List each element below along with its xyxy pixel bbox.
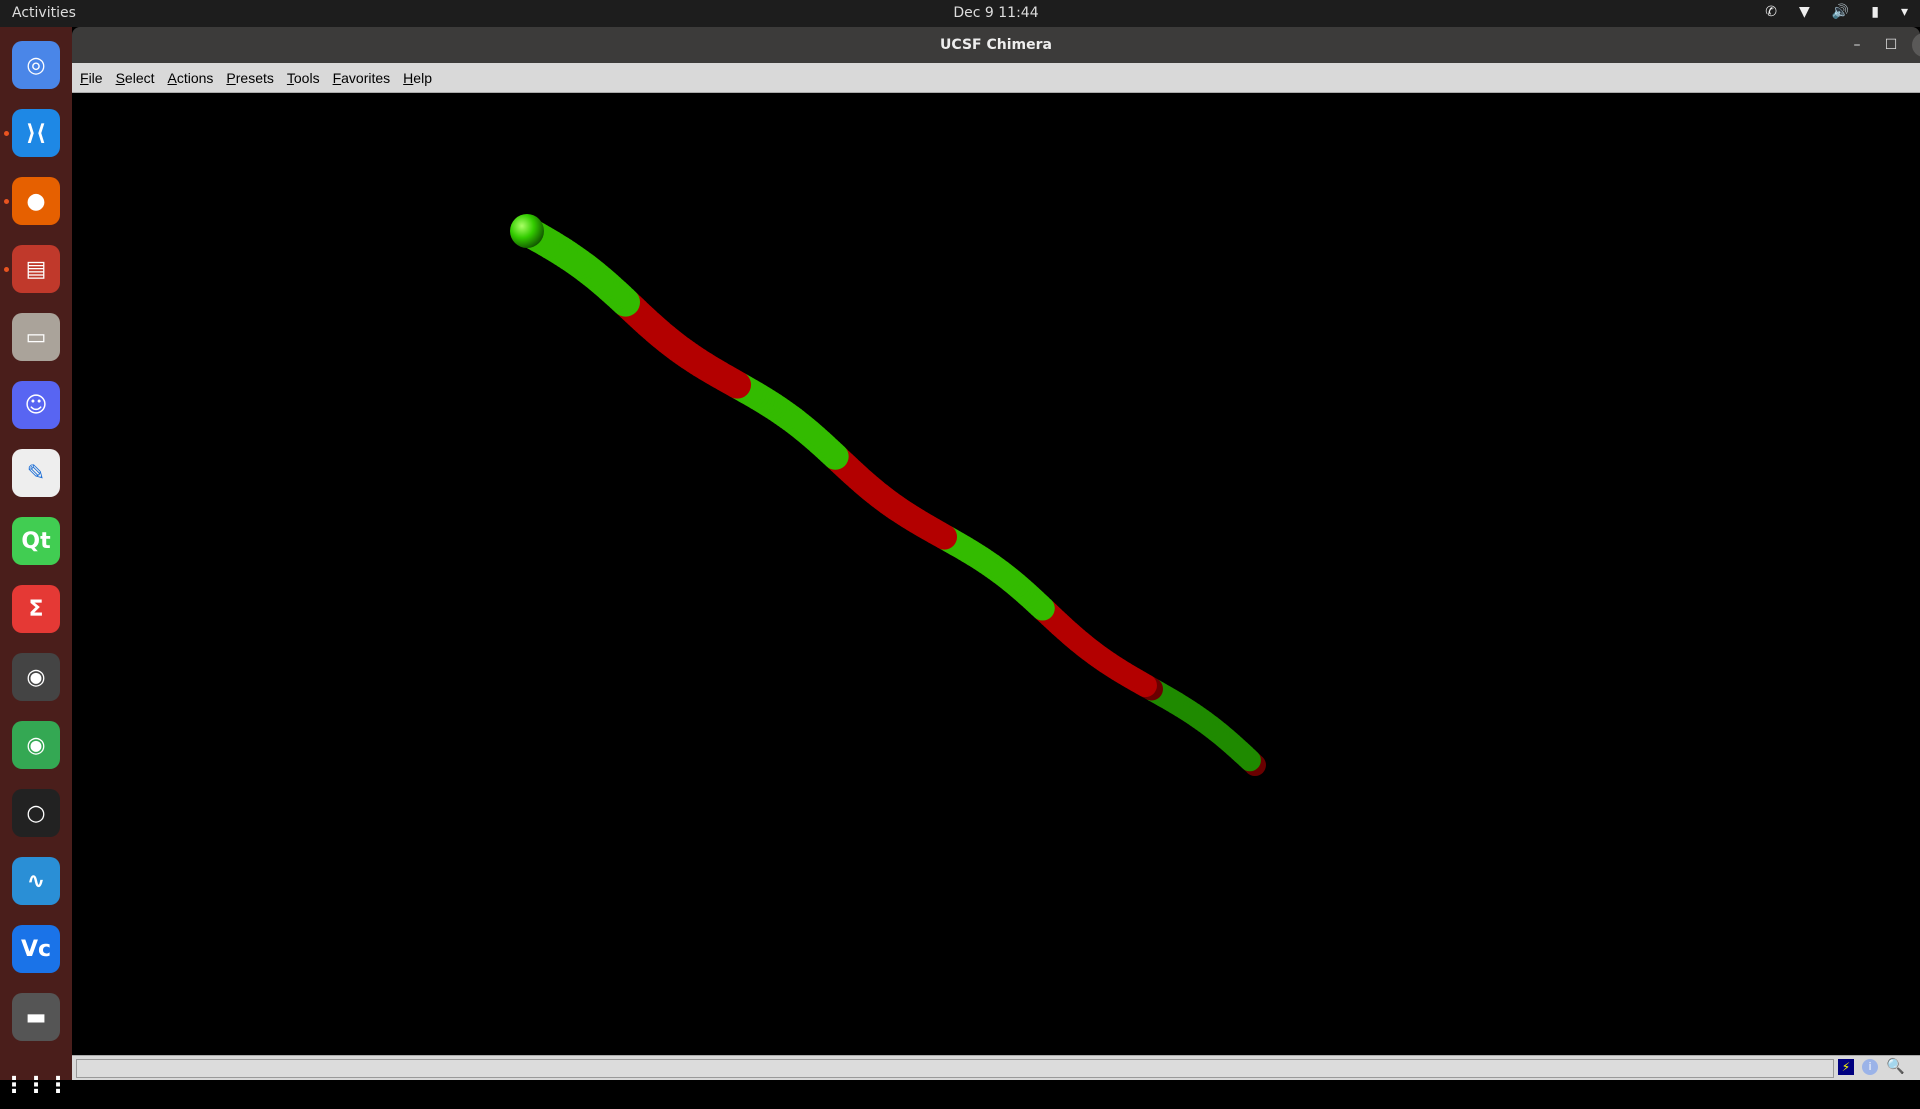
menu-presets[interactable]: Presets <box>226 70 273 86</box>
dock-firefox-icon[interactable]: ● <box>12 177 60 225</box>
dock-webcam-icon[interactable]: ◉ <box>12 653 60 701</box>
status-field <box>76 1059 1834 1078</box>
running-indicator <box>4 267 9 272</box>
status-bar: ⚡ i 🔍 <box>72 1055 1920 1080</box>
menu-help[interactable]: Help <box>403 70 432 86</box>
menu-favorites[interactable]: Favorites <box>333 70 391 86</box>
terminal-atom <box>510 214 544 248</box>
menu-actions[interactable]: Actions <box>168 70 214 86</box>
dock-vnc-icon[interactable]: Vc <box>12 925 60 973</box>
info-icon[interactable]: i <box>1862 1059 1878 1075</box>
dock-keyboard-icon[interactable]: ▬ <box>12 993 60 1041</box>
dock-files-icon[interactable]: ▭ <box>12 313 60 361</box>
magnifier-icon[interactable]: 🔍 <box>1886 1057 1905 1075</box>
menu-file[interactable]: File <box>80 70 103 86</box>
dock-app-red-icon[interactable]: Σ <box>12 585 60 633</box>
chevron-down-icon[interactable]: ▾ <box>1901 4 1908 20</box>
dock-app-ring-icon[interactable]: ○ <box>12 789 60 837</box>
dock-chrome-icon[interactable]: ◉ <box>12 721 60 769</box>
window-titlebar[interactable]: UCSF Chimera – ☐ ✕ <box>72 27 1920 63</box>
dock-terminal-multiplexer-icon[interactable]: ▤ <box>12 245 60 293</box>
dock-text-editor-icon[interactable]: ✎ <box>12 449 60 497</box>
molecule-helix[interactable] <box>72 93 1920 1055</box>
system-tray[interactable]: ✆ ▼ 🔊 ▮ ▾ <box>1765 4 1908 20</box>
wifi-icon: ▼ <box>1799 4 1810 20</box>
minimize-button[interactable]: – <box>1845 33 1869 57</box>
maximize-button[interactable]: ☐ <box>1879 33 1903 57</box>
3d-viewport[interactable] <box>72 93 1920 1055</box>
running-indicator <box>4 199 9 204</box>
menu-select[interactable]: Select <box>116 70 155 86</box>
clock[interactable]: Dec 9 11:44 <box>0 5 1920 21</box>
volume-icon: 🔊 <box>1831 4 1850 20</box>
dock: ◎ ⟩⟨ ● ▤ ▭ ☺ ✎ Qt Σ ◉ ◉ ○ ∿ Vc ▬ ⋮⋮⋮ <box>0 27 72 1098</box>
window-title: UCSF Chimera <box>940 37 1052 53</box>
menu-bar: File Select Actions Presets Tools Favori… <box>72 63 1920 93</box>
dock-discord-icon[interactable]: ☺ <box>12 381 60 429</box>
running-indicator <box>4 131 9 136</box>
dock-show-apps-icon[interactable]: ⋮⋮⋮ <box>3 1061 69 1109</box>
menu-tools[interactable]: Tools <box>287 70 320 86</box>
dock-qt-creator-icon[interactable]: Qt <box>12 517 60 565</box>
dock-chromium-icon[interactable]: ◎ <box>12 41 60 89</box>
dock-system-monitor-icon[interactable]: ∿ <box>12 857 60 905</box>
whatsapp-icon[interactable]: ✆ <box>1765 4 1777 20</box>
lightning-icon[interactable]: ⚡ <box>1838 1059 1854 1075</box>
battery-icon: ▮ <box>1871 4 1879 20</box>
dock-vscode-icon[interactable]: ⟩⟨ <box>12 109 60 157</box>
top-bar: Activities Dec 9 11:44 ✆ ▼ 🔊 ▮ ▾ <box>0 0 1920 27</box>
